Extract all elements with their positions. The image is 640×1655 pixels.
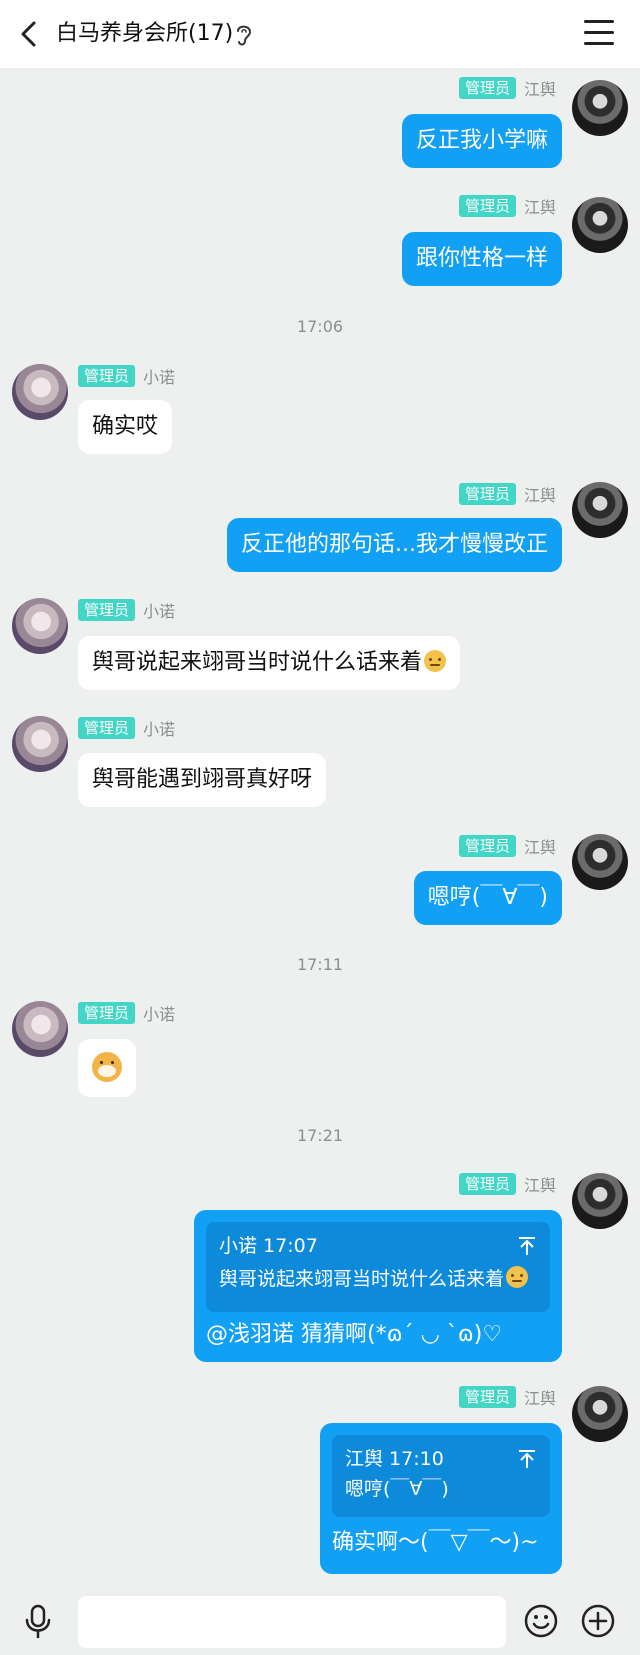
reply-text: @浅羽诺 猜猜啊(*ɷ´ ◡ `ɷ)♡ xyxy=(206,1322,503,1347)
quote-sender-time: 江舆 17:10 xyxy=(345,1448,444,1470)
back-arrow-icon[interactable] xyxy=(14,18,46,50)
sender-name: 江舆 xyxy=(523,80,556,99)
dog-sticker xyxy=(92,1052,122,1082)
emoji-icon[interactable] xyxy=(524,1604,558,1638)
avatar[interactable] xyxy=(12,364,68,420)
quoted-message[interactable]: 江舆 17:10 嗯哼(￣∀￣) xyxy=(332,1435,550,1517)
reply-text: 确实啊～(￣▽￣～)~ xyxy=(332,1530,539,1555)
avatar[interactable] xyxy=(12,598,68,654)
message-bubble[interactable]: 舆哥说起来翊哥当时说什么话来着 xyxy=(78,636,461,690)
avatar[interactable] xyxy=(572,1386,628,1442)
avatar[interactable] xyxy=(572,197,628,253)
sender-name: 江舆 xyxy=(523,486,556,505)
embarrassed-face-emoji xyxy=(506,1266,529,1288)
message-bubble[interactable]: 跟你性格一样 xyxy=(401,232,562,286)
quote-text: 舆哥说起来翊哥当时说什么话来着 xyxy=(219,1268,505,1290)
timestamp: 17:06 xyxy=(296,317,344,336)
quoted-message[interactable]: 小诺 17:07 舆哥说起来翊哥当时说什么话来着 xyxy=(206,1222,550,1312)
sender-info: 管理员 江舆 xyxy=(458,1172,556,1196)
avatar[interactable] xyxy=(12,1001,68,1057)
sender-name: 小诺 xyxy=(143,368,176,387)
admin-badge: 管理员 xyxy=(78,365,136,387)
admin-badge: 管理员 xyxy=(458,1386,516,1408)
sticker-message[interactable] xyxy=(78,1039,136,1097)
timestamp: 17:11 xyxy=(296,955,344,974)
admin-badge: 管理员 xyxy=(458,77,516,99)
message-bubble[interactable]: 舆哥能遇到翊哥真好呀 xyxy=(78,753,327,807)
admin-badge: 管理员 xyxy=(78,599,136,621)
admin-badge: 管理员 xyxy=(458,835,516,857)
quote-text-line: 舆哥说起来翊哥当时说什么话来着 xyxy=(219,1265,529,1293)
input-bar xyxy=(0,1590,640,1655)
avatar[interactable] xyxy=(572,80,628,136)
sender-info: 管理员 小诺 xyxy=(78,716,175,740)
admin-badge: 管理员 xyxy=(78,1002,136,1024)
timestamp: 17:21 xyxy=(296,1126,344,1145)
message-text: 舆哥说起来翊哥当时说什么话来着 xyxy=(92,650,423,675)
sender-name: 小诺 xyxy=(143,602,176,621)
avatar[interactable] xyxy=(572,482,628,538)
jump-to-original-icon[interactable] xyxy=(518,1449,536,1469)
message-bubble[interactable]: 确实哎 xyxy=(78,400,173,454)
sender-name: 江舆 xyxy=(523,1389,556,1408)
sender-name: 小诺 xyxy=(143,720,176,739)
message-bubble[interactable]: 反正他的那句话...我才慢慢改正 xyxy=(227,518,562,572)
sender-info: 管理员 江舆 xyxy=(458,834,556,858)
reply-message-bubble[interactable]: 江舆 17:10 嗯哼(￣∀￣) 确实啊～(￣▽￣～)~ xyxy=(320,1423,562,1574)
sender-info: 管理员 小诺 xyxy=(78,598,175,622)
microphone-icon[interactable] xyxy=(22,1604,54,1640)
sender-info: 管理员 江舆 xyxy=(458,1385,556,1409)
admin-badge: 管理员 xyxy=(458,195,516,217)
quote-text: 嗯哼(￣∀￣) xyxy=(345,1478,449,1500)
embarrassed-face-emoji xyxy=(424,650,447,672)
sender-name: 江舆 xyxy=(523,1176,556,1195)
ear-icon[interactable] xyxy=(234,22,254,48)
message-input[interactable] xyxy=(78,1596,506,1648)
sender-name: 江舆 xyxy=(523,198,556,217)
admin-badge: 管理员 xyxy=(78,717,136,739)
sender-info: 管理员 江舆 xyxy=(458,194,556,218)
sender-info: 管理员 小诺 xyxy=(78,1001,175,1025)
sender-info: 管理员 江舆 xyxy=(458,76,556,100)
admin-badge: 管理员 xyxy=(458,483,516,505)
message-bubble[interactable]: 反正我小学嘛 xyxy=(401,114,562,168)
chat-title[interactable]: 白马养身会所(17) xyxy=(56,18,233,50)
chat-header: 白马养身会所(17) xyxy=(0,0,640,68)
avatar[interactable] xyxy=(12,716,68,772)
quote-sender-time: 小诺 17:07 xyxy=(219,1235,318,1257)
sender-info: 管理员 江舆 xyxy=(458,482,556,506)
avatar[interactable] xyxy=(572,834,628,890)
admin-badge: 管理员 xyxy=(458,1173,516,1195)
avatar[interactable] xyxy=(572,1173,628,1229)
sender-info: 管理员 小诺 xyxy=(78,364,175,388)
jump-to-original-icon[interactable] xyxy=(518,1236,536,1256)
add-icon[interactable] xyxy=(581,1604,615,1638)
menu-icon[interactable] xyxy=(584,20,614,48)
message-bubble[interactable]: 嗯哼(￣∀￣) xyxy=(413,871,562,925)
reply-message-bubble[interactable]: 小诺 17:07 舆哥说起来翊哥当时说什么话来着 @浅羽诺 猜猜啊(*ɷ´ ◡ … xyxy=(194,1210,562,1362)
sender-name: 江舆 xyxy=(523,838,556,857)
sender-name: 小诺 xyxy=(143,1005,176,1024)
